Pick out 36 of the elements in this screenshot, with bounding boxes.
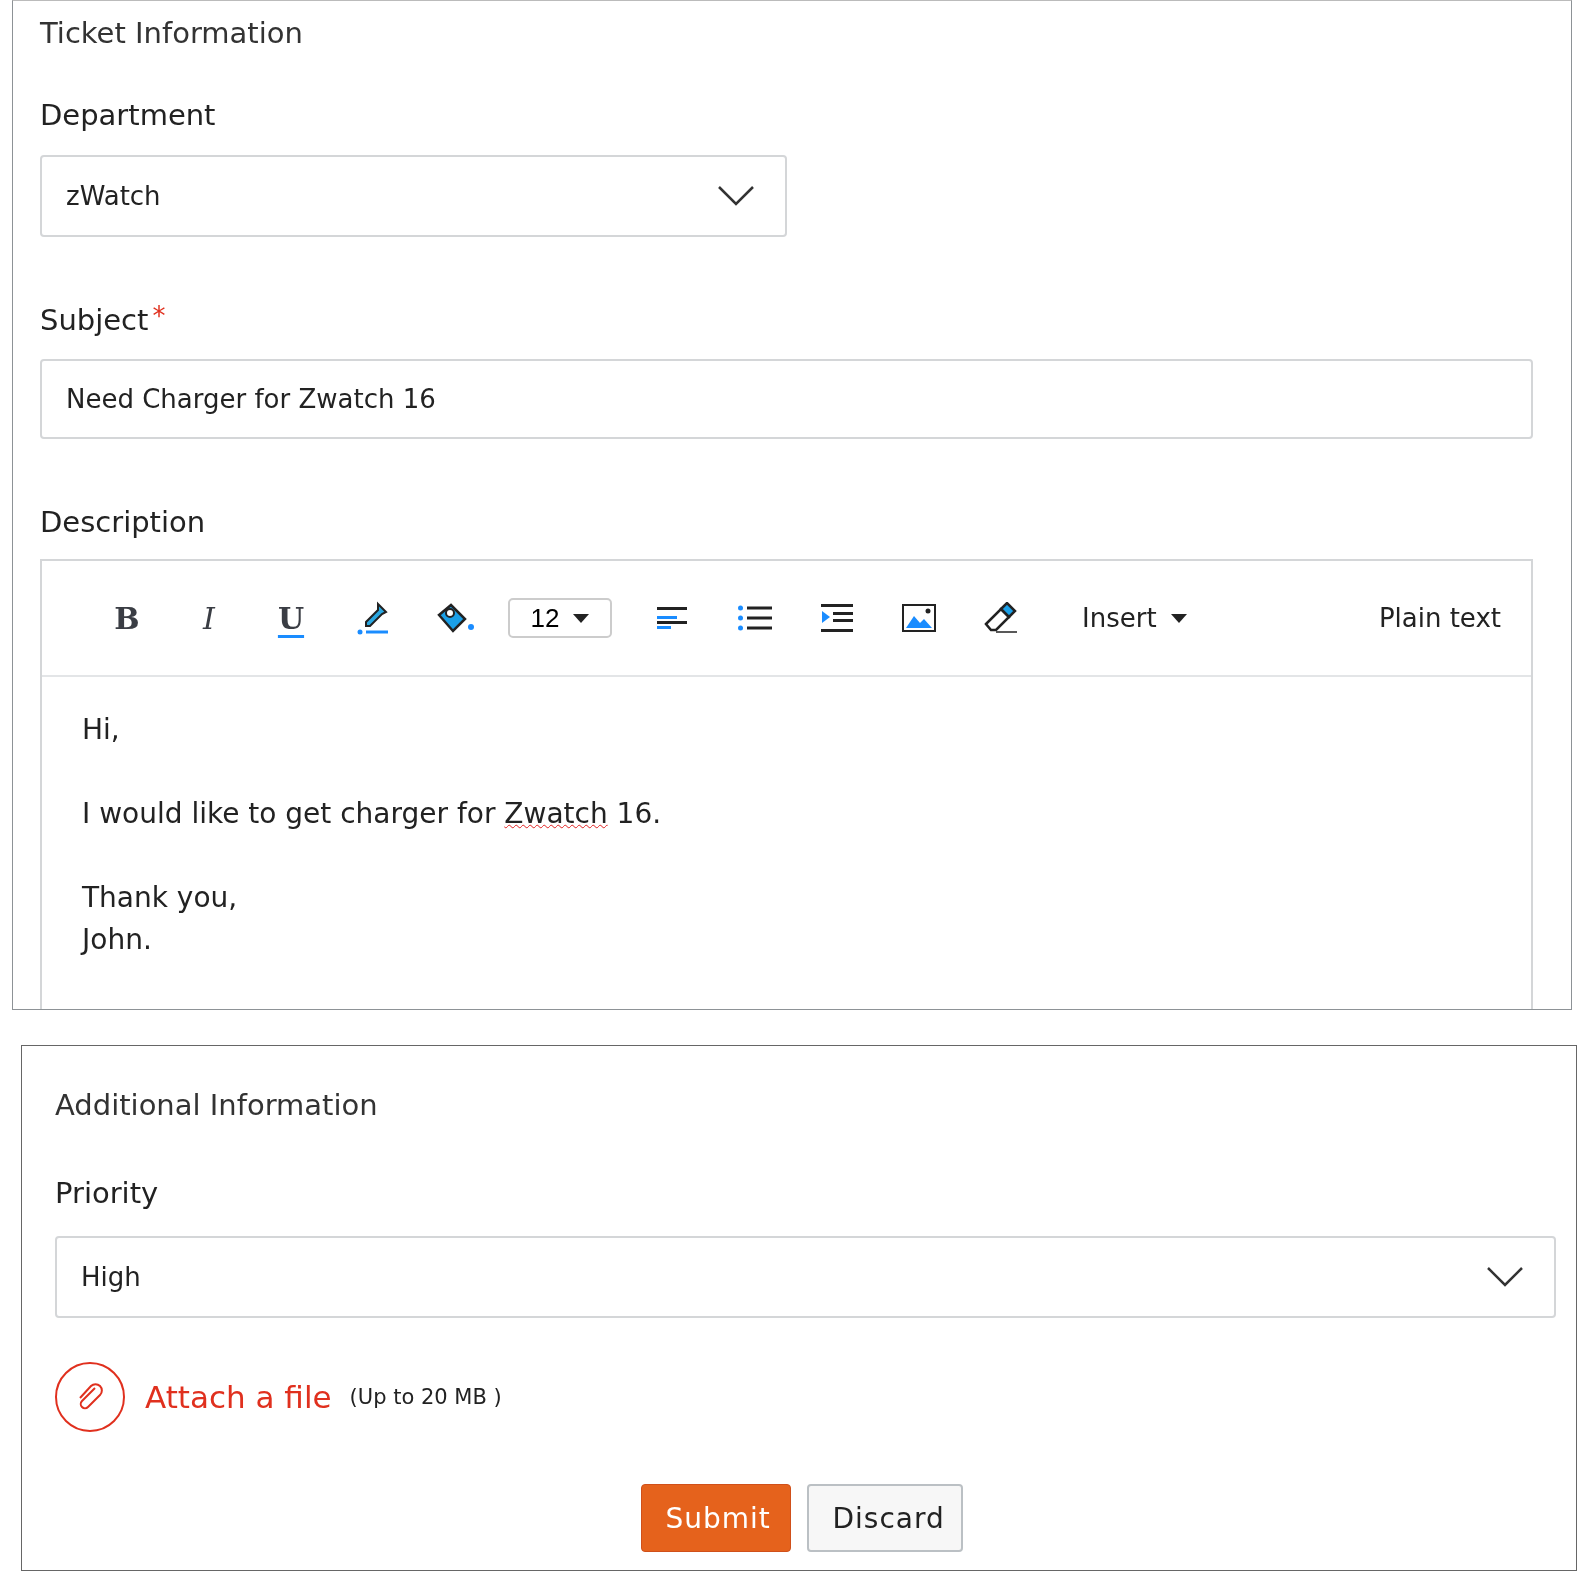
description-text: Hi, bbox=[82, 712, 121, 748]
eraser-icon[interactable] bbox=[983, 602, 1019, 634]
field-label: Department bbox=[40, 98, 216, 132]
paint-bucket-icon[interactable] bbox=[435, 601, 475, 635]
required-mark: * bbox=[152, 303, 166, 329]
indent-icon[interactable] bbox=[821, 604, 853, 632]
priority-select[interactable]: High bbox=[55, 1236, 1556, 1318]
chevron-down-icon bbox=[717, 185, 755, 207]
caret-icon bbox=[1170, 613, 1187, 623]
discard-button[interactable]: Discard bbox=[806, 1484, 963, 1552]
field-label: Description bbox=[40, 505, 206, 539]
italic-button[interactable]: I bbox=[168, 593, 250, 643]
underline-button[interactable]: U bbox=[250, 593, 332, 643]
caret-icon bbox=[573, 613, 590, 623]
font-size-select[interactable]: 12 bbox=[508, 598, 612, 638]
field-label: Priority bbox=[55, 1176, 159, 1210]
bullet-list-icon[interactable] bbox=[738, 605, 772, 631]
department-select[interactable]: zWatch bbox=[40, 155, 787, 237]
rich-text-editor[interactable]: B I U 12 Insert Plain text Hi, I would like to get charger for Zwatch 16. Thank you, John. bbox=[40, 559, 1533, 1009]
image-icon[interactable] bbox=[902, 604, 936, 632]
plain-text-toggle[interactable]: Plain text bbox=[1378, 603, 1501, 633]
attach-button[interactable] bbox=[55, 1362, 125, 1432]
section-title: Additional Information bbox=[55, 1088, 378, 1122]
description-text: Thank you, bbox=[82, 880, 239, 916]
eyedropper-icon[interactable] bbox=[356, 601, 390, 635]
insert-menu[interactable]: Insert bbox=[1082, 603, 1187, 633]
chevron-down-icon bbox=[1486, 1266, 1524, 1288]
subject-input[interactable]: Need Charger for Zwatch 16 bbox=[40, 359, 1533, 439]
description-text: John. bbox=[82, 922, 153, 958]
description-text: I would like to get charger for Zwatch 16. bbox=[82, 796, 663, 832]
align-left-icon[interactable] bbox=[657, 606, 689, 630]
field-label: Subject bbox=[40, 303, 149, 337]
bold-button[interactable]: B bbox=[86, 593, 168, 643]
file-size-limit: (Up to 20 MB ) bbox=[349, 1385, 502, 1409]
attach-file-link[interactable]: Attach a file bbox=[145, 1379, 332, 1415]
section-title: Ticket Information bbox=[40, 16, 303, 50]
